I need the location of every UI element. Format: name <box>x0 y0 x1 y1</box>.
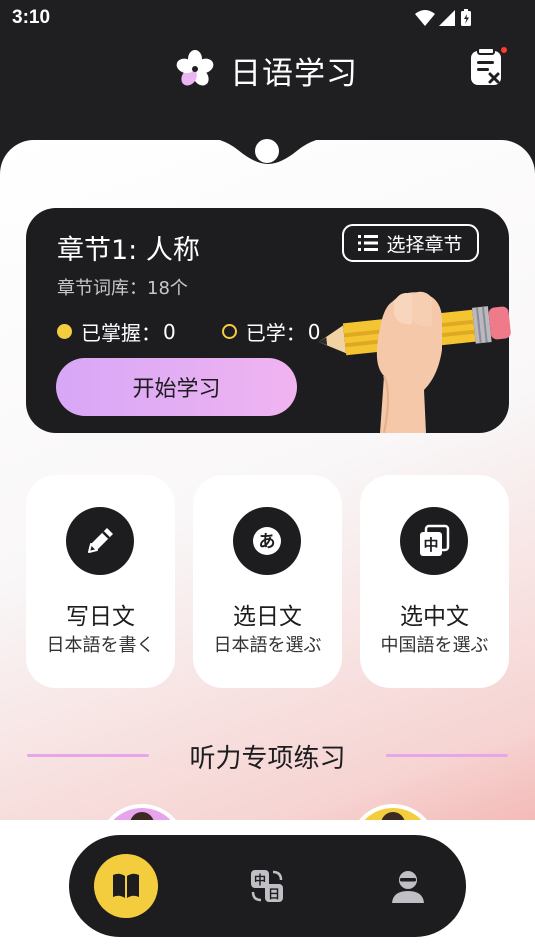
svg-text:中: 中 <box>254 872 266 887</box>
practice-subtitle: 日本語を選ぶ <box>213 635 322 656</box>
page-title: 日语学习 <box>230 56 358 92</box>
hiragana-a-icon: あ <box>233 507 301 575</box>
mastered-label: 已掌握： <box>81 321 161 345</box>
pencil-icon <box>66 507 134 575</box>
select-chapter-button[interactable]: 选择章节 <box>342 224 479 262</box>
battery-icon <box>461 9 471 26</box>
chapter-title: 章节1: 人称 <box>57 235 200 266</box>
listening-section-title: 听力专项练习 <box>189 744 346 774</box>
tab-profile[interactable] <box>376 854 440 918</box>
mastered-dot-icon <box>57 324 72 339</box>
start-learning-button[interactable]: 开始学习 <box>56 358 297 416</box>
start-learning-label: 开始学习 <box>132 377 221 402</box>
app-header: 日语学习 <box>0 40 535 100</box>
svg-text:あ: あ <box>259 532 276 552</box>
pencil-hand-icon <box>318 291 511 433</box>
practice-card-select-japanese[interactable]: あ 选日文 日本語を選ぶ <box>193 475 342 688</box>
svg-text:日: 日 <box>268 887 280 901</box>
stats-row: 已掌握： 0 已学： 0 <box>57 317 320 346</box>
learned-dot-icon <box>221 324 237 339</box>
practice-title: 选日文 <box>233 604 302 630</box>
chinese-char-icon: 中 <box>400 507 468 575</box>
status-time: 3:10 <box>12 7 51 28</box>
practice-title: 选中文 <box>400 604 469 630</box>
status-bar: 3:10 <box>0 0 535 36</box>
status-icons <box>415 9 471 26</box>
svg-text:中: 中 <box>423 536 438 554</box>
section-divider-right <box>386 754 508 757</box>
list-icon <box>358 235 379 251</box>
tab-study[interactable] <box>94 854 158 918</box>
bottom-tab-bar: 中 日 <box>69 835 466 937</box>
learned-label: 已学： <box>245 321 306 345</box>
practice-subtitle: 中国語を選ぶ <box>380 635 489 656</box>
flower-icon <box>176 50 214 86</box>
chapter-card: 章节1: 人称 选择章节 章节词库：18个 已掌握： 0 已学： 0 开始学习 <box>26 208 511 433</box>
chapter-word-count: 章节词库：18个 <box>57 278 188 299</box>
select-chapter-label: 选择章节 <box>386 233 463 256</box>
practice-card-write-japanese[interactable]: 写日文 日本語を書く <box>26 475 175 688</box>
profile-icon <box>392 871 424 903</box>
practice-title: 写日文 <box>66 604 135 630</box>
signal-icon <box>439 10 455 26</box>
wifi-icon <box>415 10 435 26</box>
mastered-value: 0 <box>163 319 176 344</box>
book-icon <box>113 873 139 898</box>
notes-icon[interactable] <box>468 46 508 88</box>
panel-notch-dot <box>255 139 279 163</box>
practice-subtitle: 日本語を書く <box>46 635 155 656</box>
section-divider-left <box>27 754 149 757</box>
bottom-area: 中 日 <box>0 820 535 951</box>
practice-card-select-chinese[interactable]: 中 选中文 中国語を選ぶ <box>360 475 509 688</box>
tab-translate[interactable]: 中 日 <box>235 854 299 918</box>
translate-icon: 中 日 <box>251 870 283 902</box>
